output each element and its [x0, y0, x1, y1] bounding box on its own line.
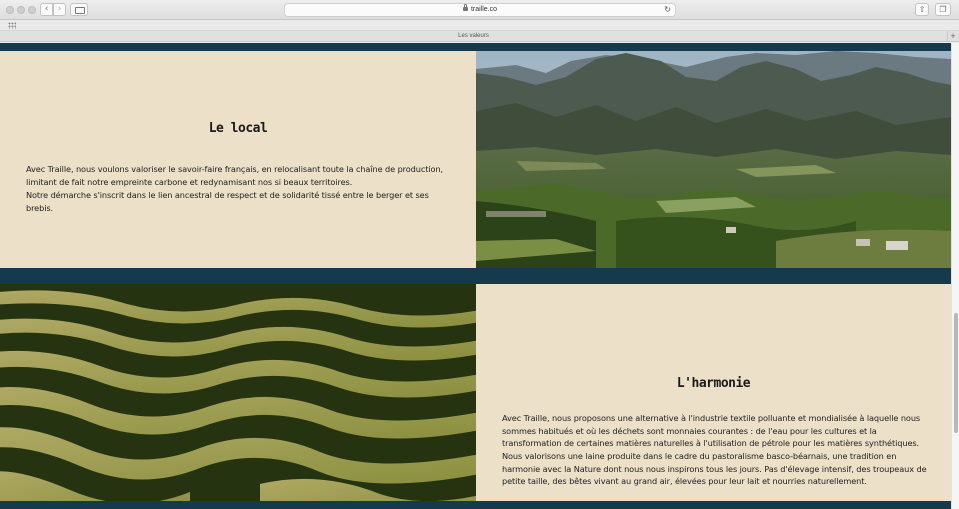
minimize-window-icon[interactable] [17, 6, 25, 14]
tab-title[interactable]: Les valeurs [0, 31, 947, 42]
mountain-landscape-drawing [476, 51, 951, 268]
hay-field-image [0, 284, 476, 501]
forward-button[interactable]: › [53, 3, 66, 16]
url-text: traille.co [470, 6, 498, 13]
favorites-bar [0, 20, 959, 31]
reload-icon[interactable]: ↻ [664, 4, 671, 16]
section-heading-harmonie: L'harmonie [676, 376, 751, 391]
new-tab-button[interactable]: + [947, 31, 958, 42]
lock-icon [462, 4, 468, 11]
paragraph-harmonie-2: Nous valorisons une laine produite dans … [502, 451, 927, 487]
tab-overview-icon[interactable] [935, 3, 951, 16]
browser-toolbar: ‹ › traille.co ↻ [0, 0, 959, 20]
paragraph-local-2: Notre démarche s'inscrit dans le lien an… [26, 190, 429, 213]
share-icon[interactable] [915, 3, 929, 16]
close-window-icon[interactable] [6, 6, 14, 14]
top-band [0, 43, 951, 51]
page-scrollbar[interactable] [951, 43, 959, 509]
paragraph-harmonie-1: Avec Traille, nous proposons une alterna… [502, 413, 921, 449]
back-button[interactable]: ‹ [40, 3, 53, 16]
mountain-landscape-image [476, 51, 951, 268]
tab-bar: Les valeurs + [0, 31, 959, 42]
page-content: Le local Avec Traille, nous voulons valo… [0, 43, 951, 509]
hay-field-drawing [0, 284, 476, 501]
sidebar-toggle-icon[interactable] [70, 3, 88, 16]
scrollbar-thumb[interactable] [954, 313, 958, 433]
zoom-window-icon[interactable] [28, 6, 36, 14]
address-bar[interactable]: traille.co ↻ [284, 3, 676, 17]
section-harmonie: L'harmonie Avec Traille, nous proposons … [476, 284, 951, 501]
section-heading-local: Le local [208, 121, 268, 136]
section-local: Le local Avec Traille, nous voulons valo… [0, 51, 476, 268]
paragraph-local-1: Avec Traille, nous voulons valoriser le … [26, 164, 444, 187]
grid-icon[interactable] [8, 22, 16, 29]
